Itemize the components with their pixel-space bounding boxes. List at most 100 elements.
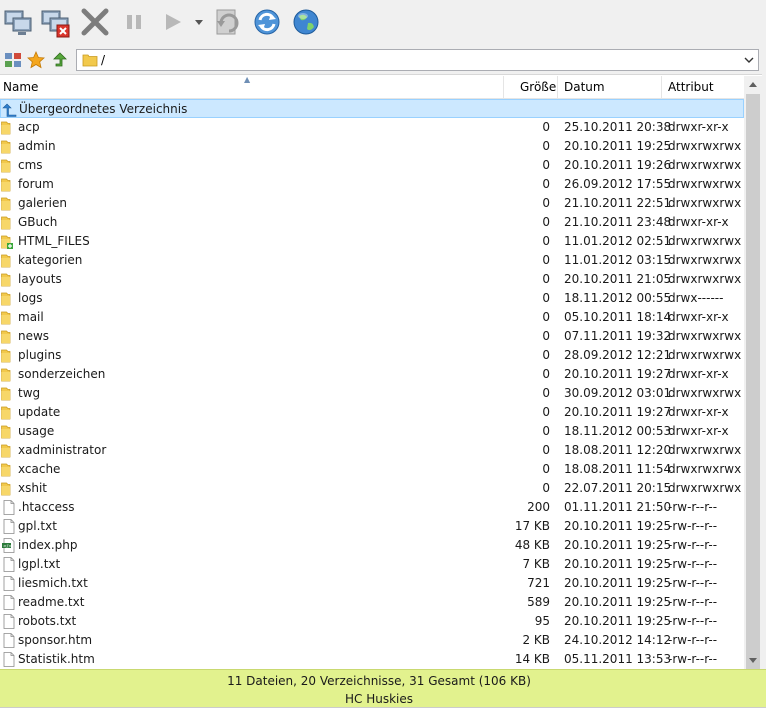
scroll-down-button[interactable] <box>744 652 762 669</box>
play-icon[interactable] <box>155 5 189 39</box>
sort-ascending-icon: ▲ <box>244 75 251 84</box>
file-icon <box>1 519 17 534</box>
pause-icon[interactable] <box>117 5 151 39</box>
scroll-thumb[interactable] <box>746 94 760 674</box>
cell-size: 0 <box>542 158 550 172</box>
cell-attribute: -rw-r--r-- <box>668 614 718 628</box>
folder-row[interactable]: mail 0 05.10.2011 18:14 drwxr-xr-x <box>0 308 744 327</box>
disconnect-icon[interactable] <box>39 5 73 39</box>
folder-row[interactable]: logs 0 18.11.2012 00:55 drwx------ <box>0 289 744 308</box>
cell-name: usage <box>18 424 55 438</box>
cell-date: 01.11.2011 21:50 <box>564 500 672 514</box>
folder-linked-icon <box>1 234 17 249</box>
file-row[interactable]: gpl.txt 17 KB 20.10.2011 19:25 -rw-r--r-- <box>0 517 744 536</box>
folder-icon <box>1 310 17 325</box>
folder-row[interactable]: sonderzeichen 0 20.10.2011 19:27 drwxr-xr-x <box>0 365 744 384</box>
file-row[interactable]: Statistik.htm 14 KB 05.11.2011 13:53 -rw-r-… <box>0 650 744 669</box>
scroll-up-button[interactable] <box>744 76 762 93</box>
column-size[interactable]: Größe <box>520 76 556 99</box>
file-row[interactable]: .htaccess 200 01.11.2011 21:50 -rw-r--r-- <box>0 498 744 517</box>
site-manager-icon[interactable] <box>4 51 22 69</box>
folder-row[interactable]: cms 0 20.10.2011 19:26 drwxrwxrwx <box>0 156 744 175</box>
cell-attribute: -rw-r--r-- <box>668 633 718 647</box>
folder-icon <box>1 462 17 477</box>
folder-row[interactable]: layouts 0 20.10.2011 21:05 drwxrwxrwx <box>0 270 744 289</box>
sync-icon[interactable] <box>211 5 245 39</box>
vertical-scrollbar[interactable] <box>744 76 762 674</box>
column-header: ▲ Name Größe Datum Attribut <box>0 75 744 99</box>
folder-row[interactable]: xcache 0 18.08.2011 11:54 drwxrwxrwx <box>0 460 744 479</box>
up-arrow-icon[interactable] <box>51 51 69 69</box>
column-attribute[interactable]: Attribut <box>668 76 714 99</box>
cell-date: 20.10.2011 19:25 <box>564 538 672 552</box>
cell-size: 0 <box>542 310 550 324</box>
file-icon <box>1 557 17 572</box>
cell-attribute: drwx------ <box>668 291 724 305</box>
folder-row[interactable]: admin 0 20.10.2011 19:25 drwxrwxrwx <box>0 137 744 156</box>
cell-attribute: -rw-r--r-- <box>668 500 718 514</box>
folder-row[interactable]: xshit 0 22.07.2011 20:15 drwxrwxrwx <box>0 479 744 498</box>
file-row[interactable]: robots.txt 95 20.10.2011 19:25 -rw-r--r-- <box>0 612 744 631</box>
folder-row[interactable]: forum 0 26.09.2012 17:55 drwxrwxrwx <box>0 175 744 194</box>
cell-size: 0 <box>542 139 550 153</box>
svg-text:</>: </> <box>3 543 12 549</box>
cell-date: 20.10.2011 19:25 <box>564 595 672 609</box>
cell-attribute: -rw-r--r-- <box>668 538 718 552</box>
column-date[interactable]: Datum <box>564 76 605 99</box>
file-row[interactable]: readme.txt 589 20.10.2011 19:25 -rw-r--r-- <box>0 593 744 612</box>
cell-size: 589 <box>527 595 550 609</box>
cell-attribute: -rw-r--r-- <box>668 576 718 590</box>
cell-date: 20.10.2011 19:27 <box>564 405 672 419</box>
cell-size: 0 <box>542 386 550 400</box>
php-file-icon: </> <box>1 538 17 553</box>
folder-row[interactable]: update 0 20.10.2011 19:27 drwxr-xr-x <box>0 403 744 422</box>
globe-icon[interactable] <box>289 5 323 39</box>
folder-row[interactable]: galerien 0 21.10.2011 22:51 drwxrwxrwx <box>0 194 744 213</box>
chevron-down-icon[interactable] <box>743 53 755 67</box>
file-row[interactable]: sponsor.htm 2 KB 24.10.2012 14:12 -rw-r--r-… <box>0 631 744 650</box>
cell-attribute: drwxrwxrwx <box>668 158 742 172</box>
cell-name: update <box>18 405 61 419</box>
cell-name: Statistik.htm <box>18 652 95 666</box>
cell-name: mail <box>18 310 44 324</box>
cell-date: 20.10.2011 19:25 <box>564 519 672 533</box>
connect-icon[interactable] <box>2 5 36 39</box>
cell-date: 26.09.2012 17:55 <box>564 177 672 191</box>
star-icon[interactable] <box>27 51 45 69</box>
cell-name: .htaccess <box>18 500 75 514</box>
column-name[interactable]: Name <box>3 76 38 99</box>
folder-row[interactable]: plugins 0 28.09.2012 12:21 drwxrwxrwx <box>0 346 744 365</box>
folder-row[interactable]: kategorien 0 11.01.2012 03:15 drwxrwxrwx <box>0 251 744 270</box>
folder-row[interactable]: news 0 07.11.2011 19:32 drwxrwxrwx <box>0 327 744 346</box>
cell-date: 11.01.2012 02:51 <box>564 234 672 248</box>
file-row[interactable]: lgpl.txt 7 KB 20.10.2011 19:25 -rw-r--r-- <box>0 555 744 574</box>
cancel-icon[interactable] <box>78 5 112 39</box>
file-row[interactable]: liesmich.txt 721 20.10.2011 19:25 -rw-r--r-… <box>0 574 744 593</box>
path-input[interactable]: / <box>76 49 759 71</box>
file-row[interactable]: </> index.php 48 KB 20.10.2011 19:25 -rw-r--… <box>0 536 744 555</box>
cell-attribute: drwxrwxrwx <box>668 272 742 286</box>
cell-attribute: drwxrwxrwx <box>668 462 742 476</box>
cell-date: 05.10.2011 18:14 <box>564 310 672 324</box>
folder-row[interactable]: twg 0 30.09.2012 03:01 drwxrwxrwx <box>0 384 744 403</box>
folder-icon <box>1 443 17 458</box>
folder-row[interactable]: HTML_FILES 0 11.01.2012 02:51 drwxrwxrwx <box>0 232 744 251</box>
folder-row[interactable]: usage 0 18.11.2012 00:53 drwxr-xr-x <box>0 422 744 441</box>
cell-date: 20.10.2011 19:25 <box>564 576 672 590</box>
folder-row[interactable]: GBuch 0 21.10.2011 23:48 drwxr-xr-x <box>0 213 744 232</box>
cell-size: 95 <box>534 614 550 628</box>
folder-row[interactable]: xadministrator 0 18.08.2011 12:20 drwxrwxrw… <box>0 441 744 460</box>
parent-directory-row[interactable]: Übergeordnetes Verzeichnis <box>0 99 744 118</box>
cell-date: 07.11.2011 19:32 <box>564 329 672 343</box>
cell-size: 0 <box>542 291 550 305</box>
cell-attribute: -rw-r--r-- <box>668 519 718 533</box>
cell-attribute: -rw-r--r-- <box>668 595 718 609</box>
cell-name: HTML_FILES <box>18 234 90 248</box>
cell-name: lgpl.txt <box>18 557 61 571</box>
folder-row[interactable]: acp 0 25.10.2011 20:38 drwxr-xr-x <box>0 118 744 137</box>
cell-name: index.php <box>18 538 78 552</box>
refresh-icon[interactable] <box>250 5 284 39</box>
cell-size: 0 <box>542 424 550 438</box>
folder-icon <box>1 120 17 135</box>
dropdown-icon[interactable] <box>190 5 210 39</box>
